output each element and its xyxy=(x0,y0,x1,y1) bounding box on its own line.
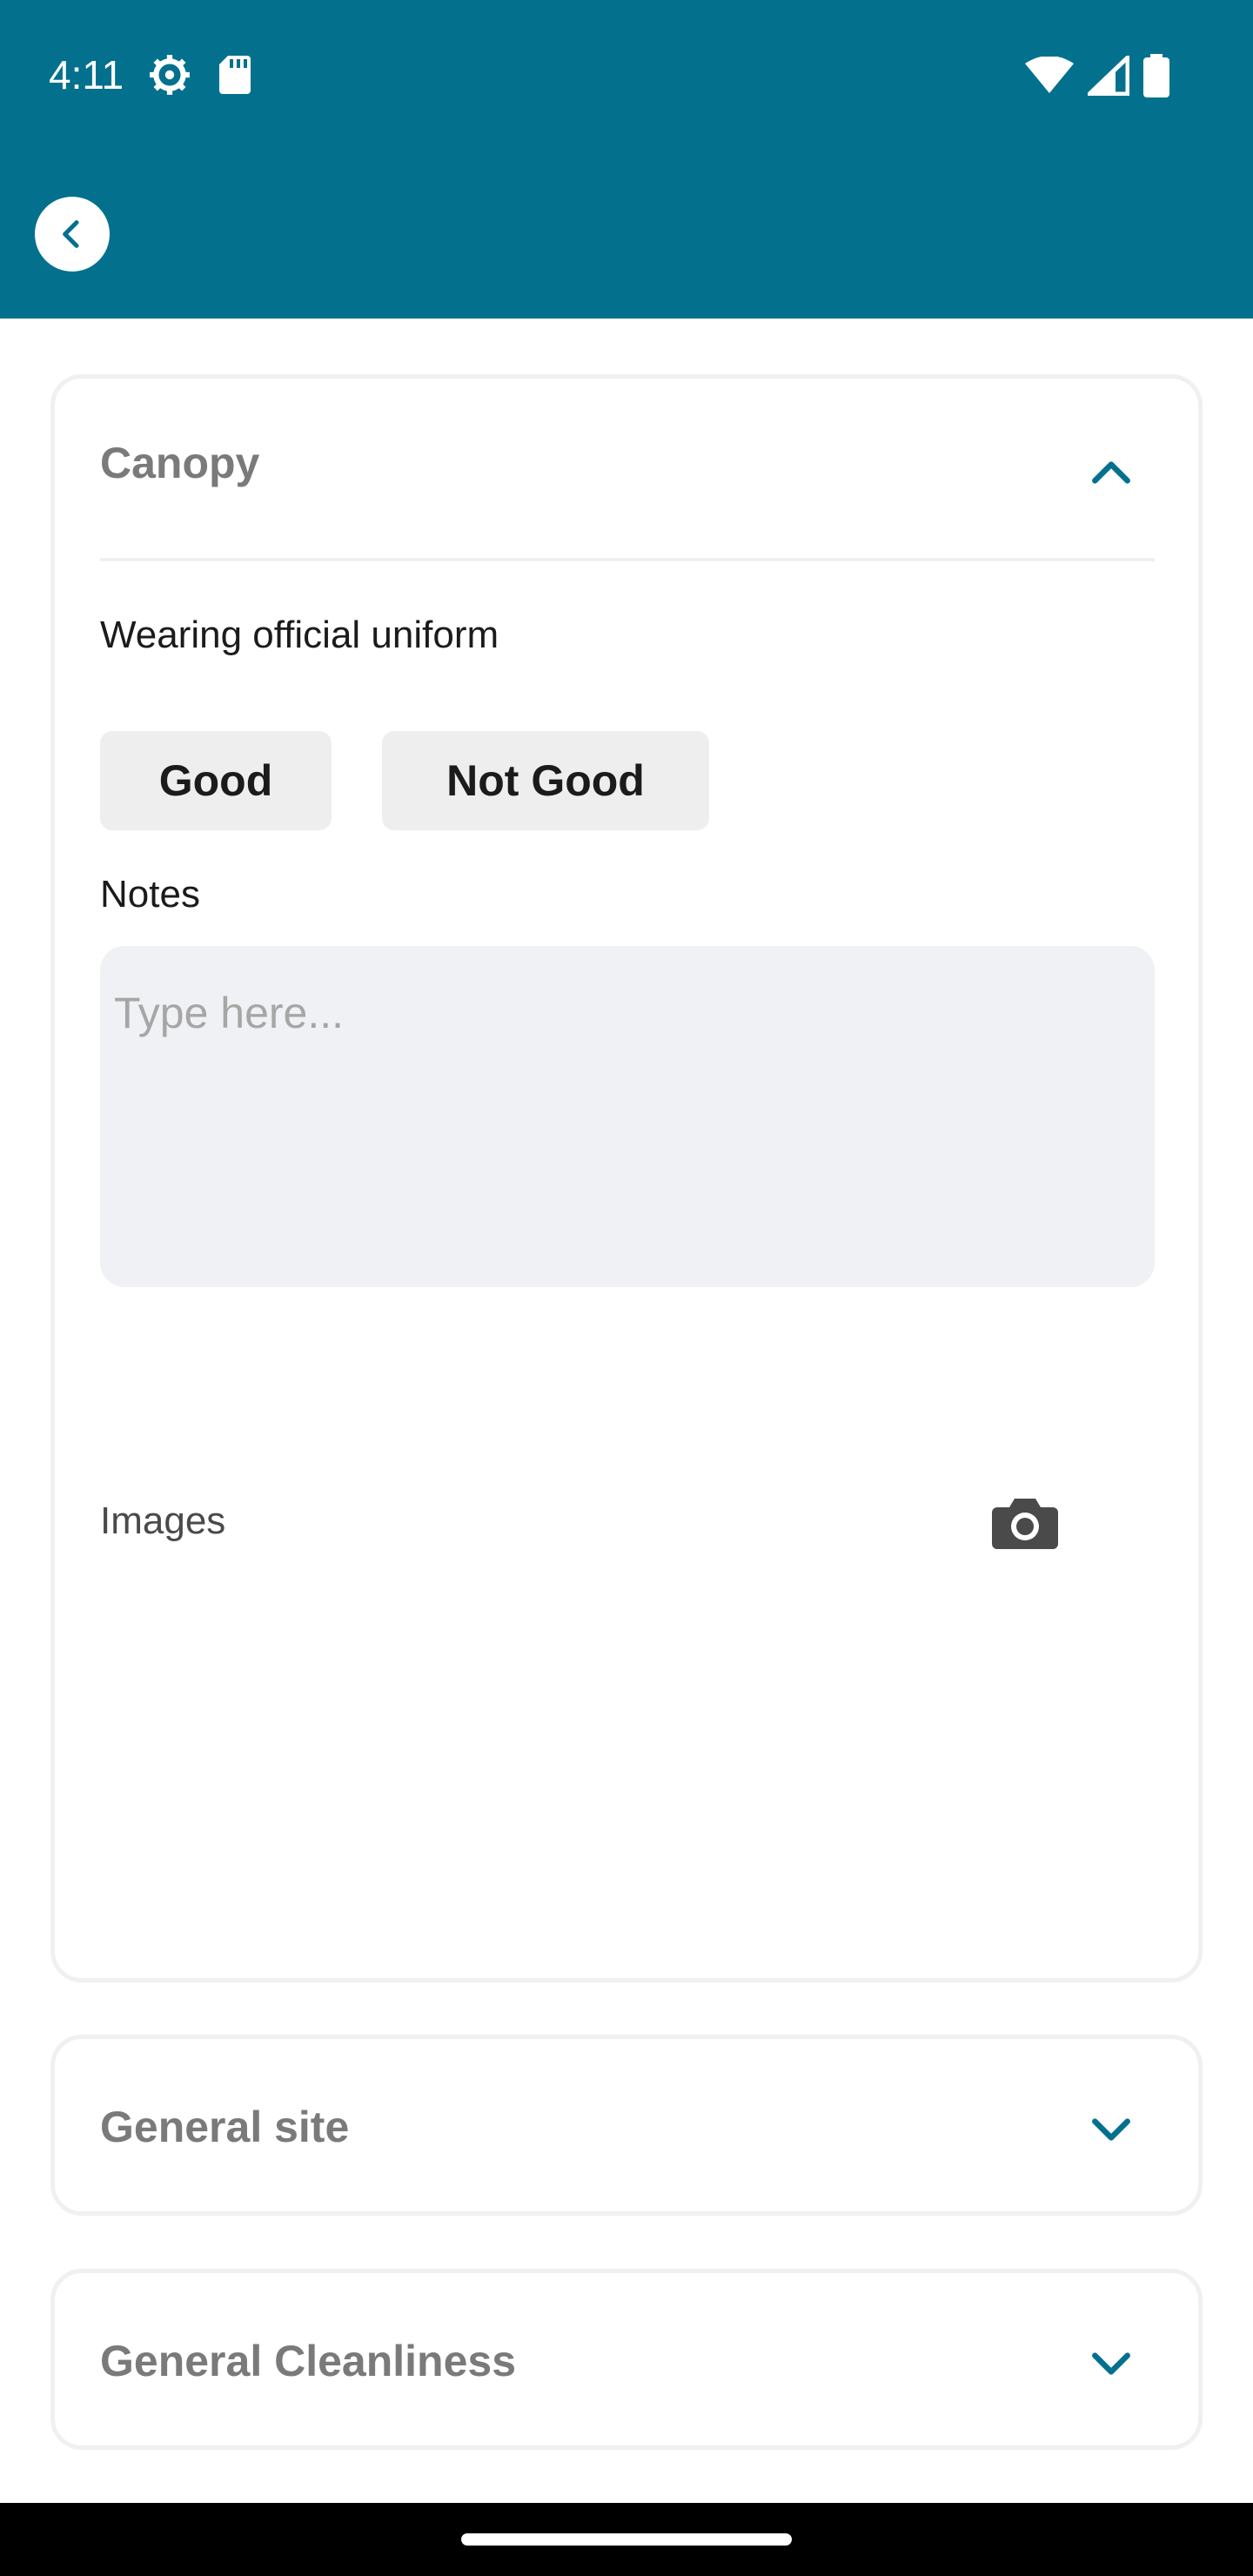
chevron-down-icon[interactable] xyxy=(1087,2105,1136,2154)
chevron-left-icon xyxy=(63,220,79,248)
camera-icon xyxy=(992,1499,1058,1549)
add-image-button[interactable] xyxy=(986,1488,1064,1558)
section-general-site[interactable]: General site xyxy=(50,2035,1203,2216)
status-time: 4:11 xyxy=(49,52,124,97)
chevron-up-icon[interactable] xyxy=(1087,448,1136,497)
settings-gear-icon xyxy=(150,55,190,95)
home-indicator[interactable] xyxy=(461,2533,792,2546)
question-label: Wearing official uniform xyxy=(100,614,499,656)
chevron-down-icon[interactable] xyxy=(1087,2339,1136,2388)
cell-signal-icon xyxy=(1088,56,1129,96)
images-label: Images xyxy=(100,1499,226,1542)
sd-card-icon xyxy=(219,56,251,94)
status-right-icons xyxy=(1025,52,1169,99)
wifi-icon xyxy=(1025,57,1074,93)
good-button[interactable]: Good xyxy=(100,731,332,830)
section-general-cleanliness[interactable]: General Cleanliness xyxy=(50,2269,1203,2450)
not-good-button[interactable]: Not Good xyxy=(382,731,709,830)
status-left-icons xyxy=(148,50,252,99)
section-title: Canopy xyxy=(100,439,260,487)
status-bar: 4:11 xyxy=(0,0,1253,148)
battery-icon xyxy=(1143,54,1169,97)
back-button[interactable] xyxy=(35,197,110,272)
notes-label: Notes xyxy=(100,873,200,916)
section-canopy: Canopy Wearing official uniform Good Not… xyxy=(50,374,1203,1982)
app-header: 4:11 xyxy=(0,0,1253,319)
notes-input[interactable] xyxy=(100,946,1155,1287)
section-title: General Cleanliness xyxy=(100,2337,517,2385)
divider xyxy=(100,558,1155,561)
section-title: General site xyxy=(100,2103,350,2151)
